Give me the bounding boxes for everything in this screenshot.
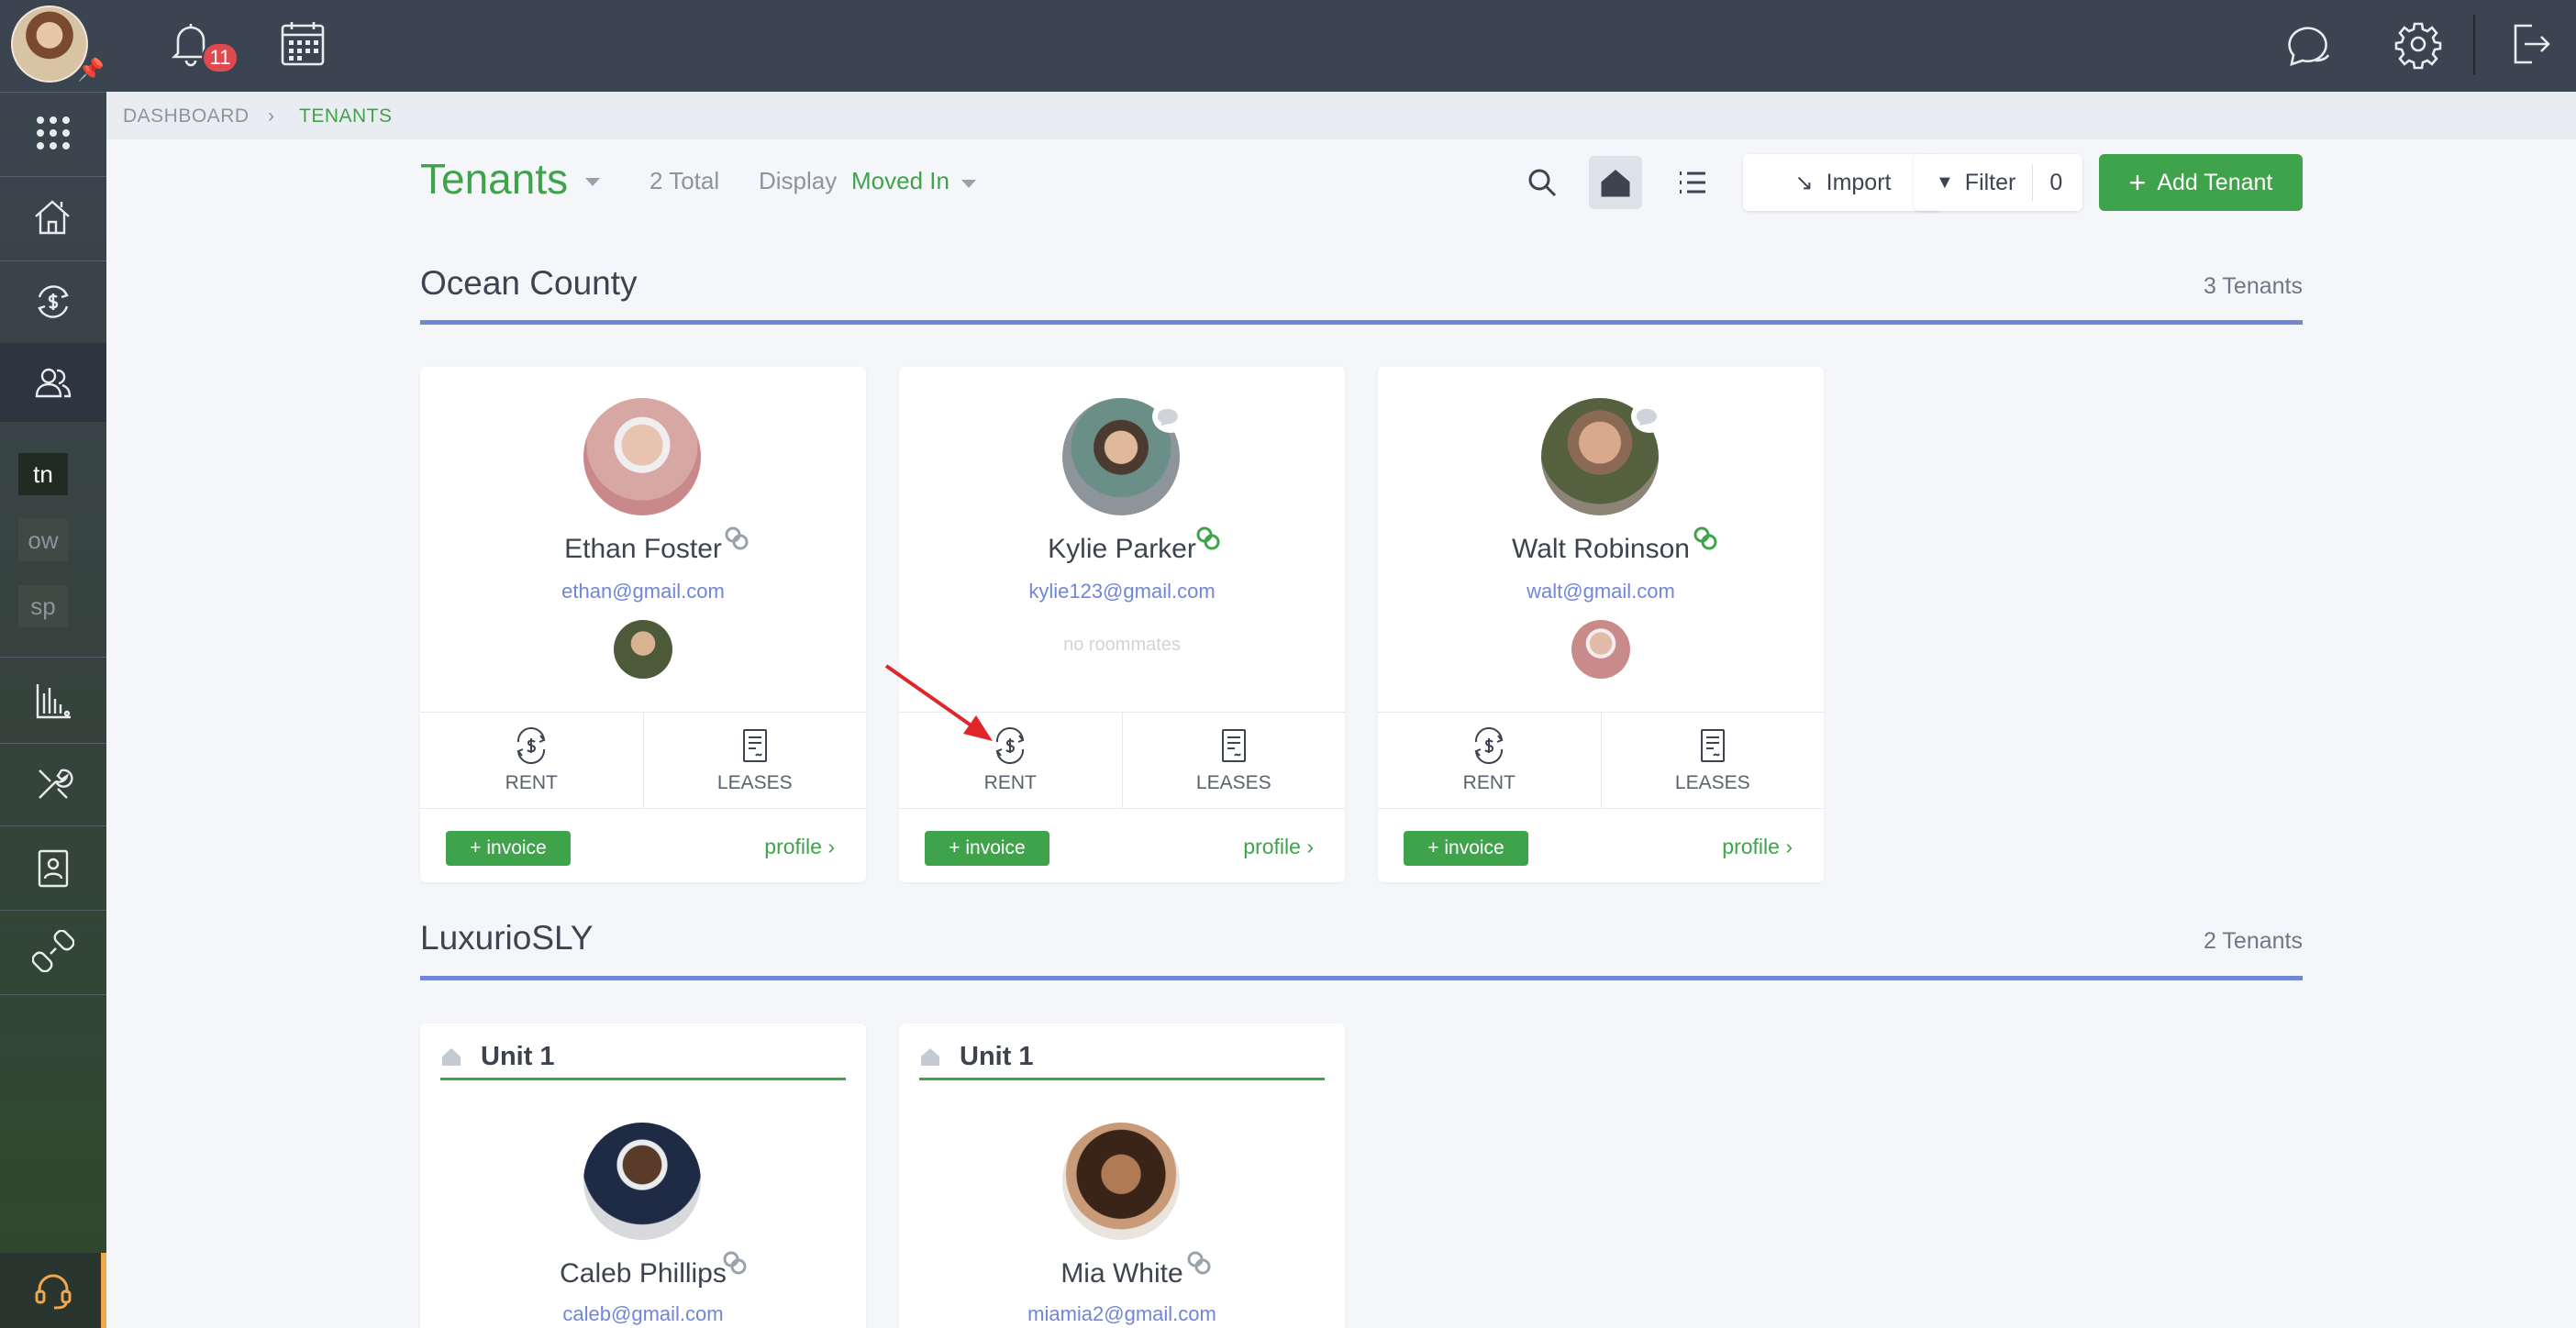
roommate-avatar[interactable] [614,620,672,679]
breadcrumb-tenants: TENANTS [299,105,393,127]
top-bar [0,0,2576,92]
section-count: 2 Tenants [2204,928,2303,954]
tenant-card: Unit 1 Caleb Phillips caleb@gmail.com [420,1024,866,1328]
link-status-icon [725,526,749,550]
profile-link[interactable]: profile › [1243,835,1314,859]
add-invoice-button[interactable]: + invoice [446,831,571,866]
leases-action[interactable]: LEASES [1600,713,1825,808]
tenants-icon[interactable] [0,343,106,422]
chat-bubble-icon[interactable] [1631,400,1668,433]
filter-button[interactable]: ▼ Filter 0 [1914,154,2082,211]
tenant-name[interactable]: Mia White [899,1258,1345,1289]
home-icon [442,1048,461,1066]
section-title: LuxurioSLY [420,919,594,957]
rent-action[interactable]: RENT [1378,713,1601,808]
sidebar: 📌 tn ow sp [0,0,106,1328]
owner-portal-shortcut[interactable]: ow [18,519,68,561]
section-divider [420,320,2303,325]
tenant-card: Kylie Parker kylie123@gmail.com no roomm… [899,367,1345,882]
messages-chat-icon[interactable] [2284,18,2336,70]
tenant-email[interactable]: miamia2@gmail.com [899,1302,1345,1326]
leases-action[interactable]: LEASES [1121,713,1346,808]
rent-icon [516,726,546,765]
documents-icon[interactable] [0,829,106,908]
display-caret-icon[interactable] [961,180,976,188]
home-view-icon[interactable] [1589,156,1642,209]
filter-count: 0 [2049,169,2063,195]
tenant-name[interactable]: Ethan Foster [420,534,866,565]
plus-icon: + [2128,166,2147,199]
tenant-card: Unit 1 Mia White miamia2@gmail.com [899,1024,1345,1328]
no-roommates-text: no roommates [1063,635,1181,655]
settings-gear-icon[interactable] [2393,18,2444,70]
display-filter-select[interactable]: Moved In [851,167,949,195]
service-pro-shortcut[interactable]: sp [18,585,68,627]
unit-header[interactable]: Unit 1 [919,1042,1325,1080]
rent-payments-icon[interactable] [0,262,106,341]
link-status-icon [723,1251,747,1275]
add-invoice-button[interactable]: + invoice [1404,831,1528,866]
properties-icon[interactable] [0,178,106,257]
tenant-email[interactable]: caleb@gmail.com [420,1302,866,1326]
chevron-right-icon: › [1785,835,1793,858]
support-headset-icon[interactable] [0,1253,106,1328]
unit-header[interactable]: Unit 1 [440,1042,846,1080]
profile-link[interactable]: profile › [764,835,835,859]
home-icon [921,1048,939,1066]
filter-funnel-icon: ▼ [1936,172,1954,193]
topbar-separator [2473,15,2475,75]
title-caret-icon[interactable] [585,178,600,186]
calendar-icon[interactable] [277,18,328,70]
tenant-email[interactable]: walt@gmail.com [1378,580,1824,603]
tenant-photo[interactable] [583,398,701,515]
tenant-photo[interactable] [1062,1123,1180,1240]
section-divider [420,976,2303,980]
breadcrumb-dashboard[interactable]: DASHBOARD [123,105,250,127]
breadcrumb [106,92,2576,139]
rent-action[interactable]: RENT [899,713,1122,808]
tenant-photo[interactable] [583,1123,701,1240]
tenant-card: Ethan Foster ethan@gmail.com RENT LEASES… [420,367,866,882]
integrations-link-icon[interactable] [0,912,106,990]
profile-link[interactable]: profile › [1722,835,1793,859]
section-count: 3 Tenants [2204,273,2303,299]
tenant-email[interactable]: ethan@gmail.com [420,580,866,603]
rent-icon [1474,726,1504,765]
roommate-avatar[interactable] [1571,620,1630,679]
list-view-icon[interactable] [1666,156,1719,209]
lease-document-icon [1700,729,1725,762]
tenant-card: Walt Robinson walt@gmail.com RENT LEASES… [1378,367,1824,882]
tenant-email[interactable]: kylie123@gmail.com [899,580,1345,603]
lease-document-icon [742,729,767,762]
leases-action[interactable]: LEASES [642,713,867,808]
tenant-portal-shortcut[interactable]: tn [18,453,68,495]
pin-icon[interactable]: 📌 [77,57,105,83]
chevron-right-icon: › [268,105,275,127]
link-status-icon [1196,526,1220,550]
tenant-name[interactable]: Caleb Phillips [420,1258,866,1289]
chevron-right-icon: › [1306,835,1314,858]
import-arrow-icon: ↘ [1794,170,1814,195]
notifications-count-badge: 11 [202,42,239,73]
logout-icon[interactable] [2504,18,2556,70]
link-status-icon [1693,526,1717,550]
add-invoice-button[interactable]: + invoice [925,831,1049,866]
section-title: Ocean County [420,264,638,302]
chat-bubble-icon[interactable] [1152,400,1189,433]
page-title[interactable]: Tenants [420,154,568,204]
rent-icon [995,726,1025,765]
maintenance-tools-icon[interactable] [0,745,106,824]
search-icon[interactable] [1516,156,1569,209]
rent-action[interactable]: RENT [420,713,643,808]
chevron-right-icon: › [827,835,835,858]
total-count: 2 Total [650,167,720,194]
tenant-name[interactable]: Walt Robinson [1378,534,1824,565]
display-label: Display [759,167,838,194]
add-tenant-button[interactable]: + Add Tenant [2099,154,2303,211]
apps-grid-icon[interactable] [0,94,106,172]
lease-document-icon [1221,729,1246,762]
link-status-icon [1187,1251,1211,1275]
reports-icon[interactable] [0,662,106,741]
tenant-name[interactable]: Kylie Parker [899,534,1345,565]
